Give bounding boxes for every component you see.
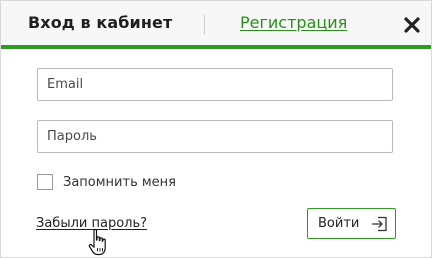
sign-in-icon (371, 216, 387, 232)
login-button-label: Войти (318, 216, 360, 231)
email-field[interactable] (37, 68, 393, 101)
modal-header: Вход в кабинет Регистрация (1, 1, 431, 49)
tab-login[interactable]: Вход в кабинет (28, 13, 172, 32)
login-button[interactable]: Войти (307, 208, 396, 239)
tab-divider (204, 15, 205, 35)
password-field[interactable] (37, 120, 393, 153)
tab-register[interactable]: Регистрация (240, 13, 347, 32)
hand-cursor-icon (88, 228, 106, 256)
close-icon[interactable] (402, 15, 422, 35)
remember-checkbox[interactable] (37, 174, 53, 190)
login-modal: Вход в кабинет Регистрация Запомнить мен… (0, 0, 432, 258)
remember-label[interactable]: Запомнить меня (63, 175, 176, 190)
